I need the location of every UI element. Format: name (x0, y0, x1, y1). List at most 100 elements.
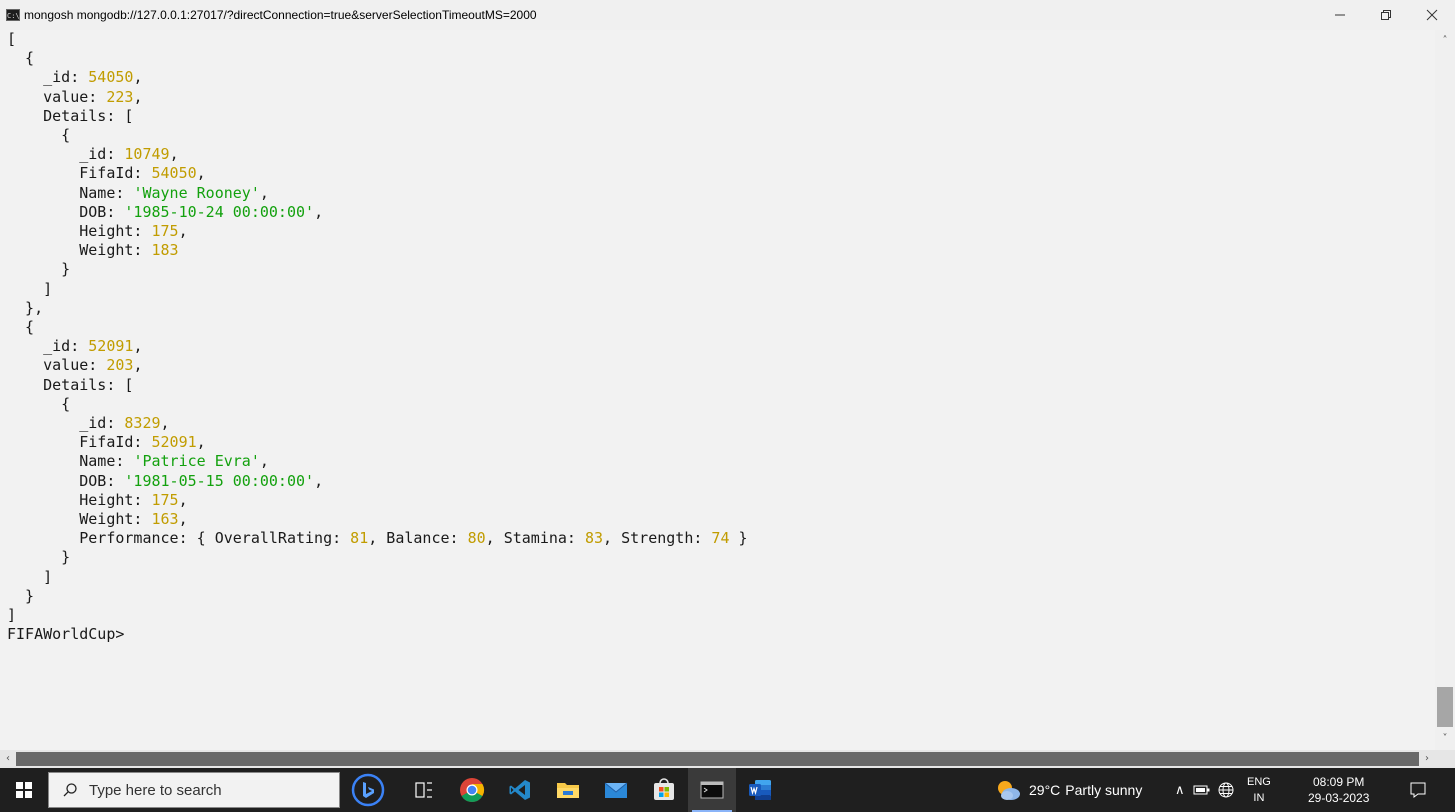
console-line: Details: [ (7, 376, 1435, 395)
start-button[interactable] (0, 768, 48, 812)
battery-icon[interactable] (1193, 784, 1211, 796)
scroll-down-icon[interactable]: ˅ (1435, 730, 1455, 748)
console-line: Name: 'Wayne Rooney', (7, 184, 1435, 203)
text-token: [ (7, 30, 17, 48)
minimize-button[interactable] (1317, 0, 1363, 30)
notification-icon (1410, 782, 1426, 798)
text-token: Performance: { OverallRating: (7, 529, 351, 548)
console-line: value: 203, (7, 356, 1435, 375)
console-line: _id: 52091, (7, 337, 1435, 356)
taskbar-word[interactable] (736, 768, 784, 812)
text-token: }, (7, 298, 44, 317)
text-token: , Stamina: (485, 529, 585, 548)
chevron-up-icon[interactable]: ∧ (1175, 783, 1185, 798)
minimize-icon (1335, 14, 1345, 16)
network-globe-icon[interactable] (1217, 781, 1235, 799)
taskbar-mail[interactable] (592, 768, 640, 812)
console-line: _id: 8329, (7, 414, 1435, 433)
console-line: Weight: 163, (7, 510, 1435, 529)
taskbar-chrome[interactable] (448, 768, 496, 812)
text-token: ] (7, 567, 53, 586)
text-token: , Strength: (603, 529, 712, 548)
text-token: { (7, 394, 71, 413)
taskbar-bing[interactable] (344, 768, 392, 812)
text-token: , (178, 222, 188, 241)
file-explorer-icon (557, 783, 579, 798)
restore-button[interactable] (1363, 0, 1409, 30)
console-line: { (7, 49, 1435, 68)
text-token: Name: (7, 183, 134, 202)
clock-date: 29-03-2023 (1308, 791, 1370, 805)
scroll-up-icon[interactable]: ˄ (1435, 32, 1455, 50)
language-region: IN (1253, 792, 1265, 804)
number-token: 10749 (124, 145, 170, 164)
text-token: DOB: (7, 471, 125, 490)
number-token: 81 (350, 529, 369, 548)
taskbar-store[interactable] (640, 768, 688, 812)
number-token: 175 (151, 490, 179, 509)
text-token: { (7, 318, 35, 337)
number-token: 223 (106, 87, 134, 106)
close-button[interactable] (1409, 0, 1455, 30)
system-tray: ∧ (1175, 768, 1235, 812)
text-token: , (133, 356, 143, 375)
text-token: , (169, 145, 179, 164)
number-token: 183 (151, 241, 179, 260)
number-token: 54050 (151, 164, 197, 183)
taskbar-task-view[interactable] (400, 768, 448, 812)
vertical-scrollbar[interactable]: ˄ ˅ (1435, 30, 1455, 750)
console-line: { (7, 395, 1435, 414)
clock-time: 08:09 PM (1313, 775, 1365, 789)
weather-temperature: 29°C (1029, 782, 1061, 798)
console-line: } (7, 260, 1435, 279)
text-token: Height: (7, 222, 152, 241)
language-indicator[interactable]: ENG IN (1247, 774, 1271, 806)
console-text: [ { _id: 54050, value: 223, Details: [ {… (0, 30, 1435, 645)
terminal-icon (700, 781, 724, 799)
text-token: , (133, 68, 143, 87)
horizontal-scroll-thumb[interactable] (16, 752, 1419, 766)
taskbar: Type here to search 29°C Partly sunny ∧ … (0, 768, 1455, 812)
console-line: Height: 175, (7, 491, 1435, 510)
scroll-right-icon[interactable]: › (1419, 750, 1435, 768)
text-token: , (196, 164, 206, 183)
text-token: , (160, 414, 170, 433)
taskbar-search-box[interactable]: Type here to search (48, 772, 340, 808)
console-output[interactable]: [ { _id: 54050, value: 223, Details: [ {… (0, 30, 1435, 750)
text-token: Name: (7, 452, 134, 471)
title-bar: C:\ mongosh mongodb://127.0.0.1:27017/?d… (0, 0, 1455, 30)
console-app-icon: C:\ (6, 9, 20, 21)
text-token: Height: (7, 490, 152, 509)
text-token: } (7, 586, 35, 605)
word-icon (749, 780, 771, 800)
search-placeholder: Type here to search (89, 781, 222, 799)
text-token: { (7, 126, 71, 145)
notification-center-button[interactable] (1398, 768, 1438, 812)
text-token: _id: (7, 68, 89, 87)
console-line: [ (7, 30, 1435, 49)
weather-widget[interactable]: 29°C Partly sunny (995, 768, 1142, 812)
text-token: , (178, 510, 188, 529)
text-token: FifaId: (7, 164, 152, 183)
taskbar-vscode[interactable] (496, 768, 544, 812)
number-token: 80 (467, 529, 486, 548)
text-token: } (7, 260, 71, 279)
number-token: 54050 (88, 68, 134, 87)
text-token: , (133, 87, 143, 106)
text-token: DOB: (7, 202, 125, 221)
close-icon (1426, 9, 1438, 21)
system-clock[interactable]: 08:09 PM 29-03-2023 (1308, 774, 1369, 806)
text-token: , Balance: (368, 529, 468, 548)
bing-icon (351, 773, 385, 807)
taskbar-file-explorer[interactable] (544, 768, 592, 812)
horizontal-scrollbar[interactable]: ‹ › (0, 750, 1455, 768)
number-token: 52091 (151, 433, 197, 452)
text-token: , (196, 433, 206, 452)
text-token: Weight: (7, 241, 152, 260)
console-line: FifaId: 52091, (7, 433, 1435, 452)
scroll-left-icon[interactable]: ‹ (0, 750, 16, 768)
weather-condition: Partly sunny (1065, 782, 1143, 798)
taskbar-terminal[interactable] (688, 768, 736, 812)
number-token: 163 (151, 510, 179, 529)
vertical-scroll-thumb[interactable] (1437, 687, 1453, 727)
